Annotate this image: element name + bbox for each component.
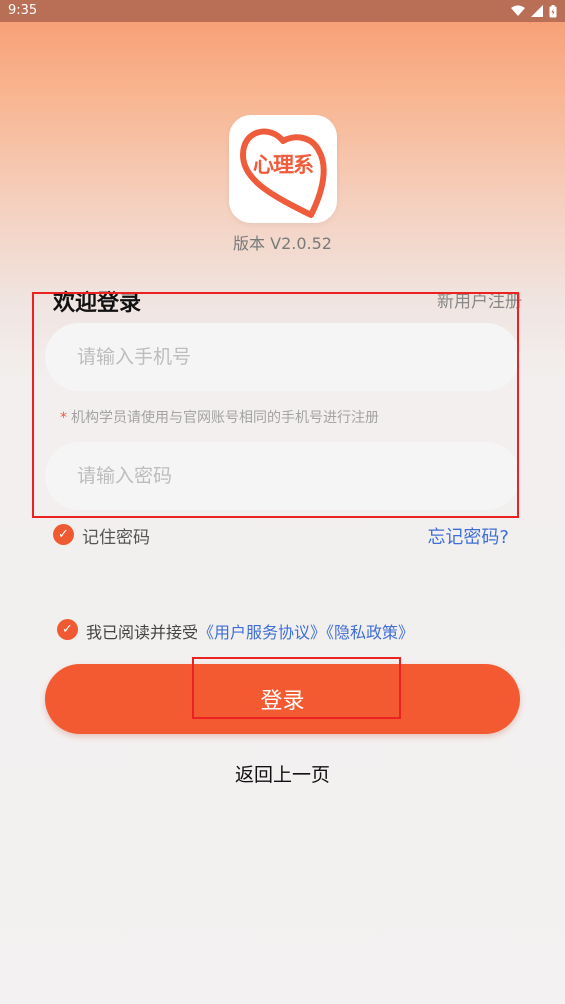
service-agreement-link[interactable]: 《用户服务协议》 — [198, 623, 326, 642]
password-input[interactable] — [45, 442, 520, 510]
back-link[interactable]: 返回上一页 — [0, 760, 565, 787]
app-logo: 心理系 — [229, 115, 337, 223]
app-version: 版本 V2.0.52 — [233, 234, 332, 253]
register-link[interactable]: 新用户注册 — [437, 287, 522, 312]
check-icon: ✓ — [58, 527, 69, 542]
agree-text: 我已阅读并接受 — [86, 623, 199, 642]
wifi-icon — [511, 5, 525, 16]
hint-text: 机构学员请使用与官网账号相同的手机号进行注册 — [71, 410, 379, 426]
agree-checkbox[interactable]: ✓ — [57, 619, 78, 640]
status-time: 9:35 — [8, 3, 38, 18]
forgot-password-link[interactable]: 忘记密码? — [427, 523, 509, 549]
login-button[interactable]: 登录 — [45, 664, 520, 734]
welcome-title: 欢迎登录 — [53, 291, 142, 316]
status-bar: 9:35 — [0, 0, 565, 22]
remember-checkbox[interactable]: ✓ — [53, 524, 74, 545]
logo-text: 心理系 — [253, 153, 314, 177]
remember-label: 记住密码 — [82, 528, 150, 548]
register-hint: * 机构学员请使用与官网账号相同的手机号进行注册 — [60, 407, 379, 427]
signal-icon — [531, 5, 543, 17]
phone-input[interactable] — [45, 323, 520, 391]
privacy-policy-link[interactable]: 《隐私政策》 — [326, 623, 414, 642]
status-icons — [511, 4, 557, 18]
required-star: * — [60, 410, 67, 426]
battery-icon — [549, 4, 557, 17]
agreement-row: 我已阅读并接受《用户服务协议》《隐私政策》 — [86, 619, 414, 643]
check-icon: ✓ — [62, 622, 73, 637]
